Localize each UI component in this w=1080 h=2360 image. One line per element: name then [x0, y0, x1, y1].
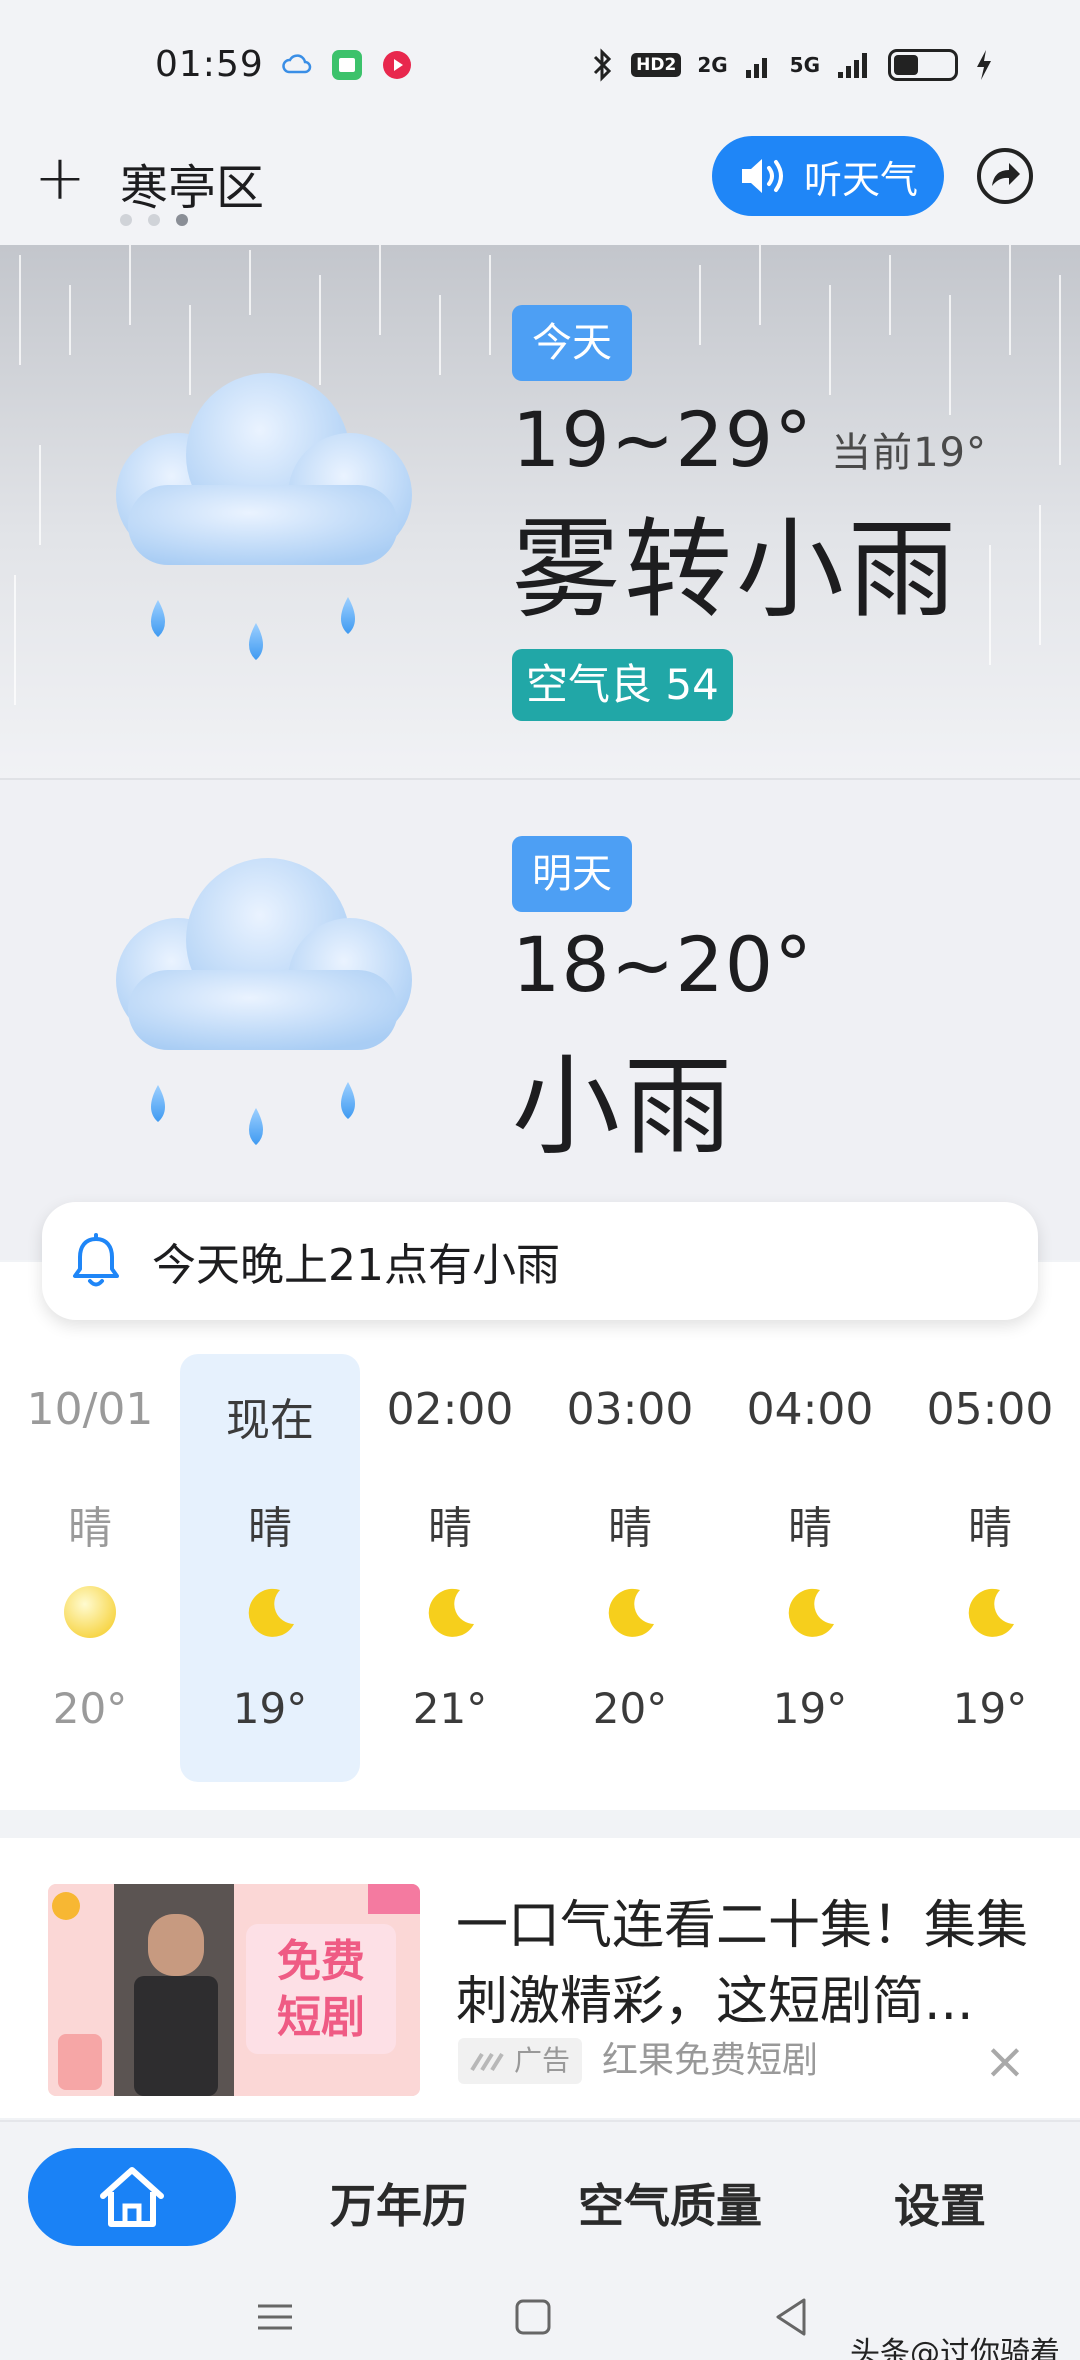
app-header: + 寒亭区 听天气	[0, 130, 1080, 245]
hour-item[interactable]: 05:00 晴 19°	[900, 1354, 1080, 1782]
today-forecast-card[interactable]: 今天 19~29° 当前19° 雾转小雨 空气良 54	[0, 245, 1080, 780]
listen-weather-label: 听天气	[803, 157, 918, 202]
add-city-button[interactable]: +	[30, 147, 90, 210]
hour-condition: 晴	[788, 1503, 832, 1554]
tomorrow-forecast-card[interactable]: 明天 18~20° 小雨	[0, 780, 1080, 1260]
signal-icon	[745, 58, 767, 78]
air-quality-badge[interactable]: 空气良 54	[512, 649, 733, 721]
ad-close-button[interactable]: ×	[980, 2036, 1030, 2086]
today-temp-range: 19~29° 当前19°	[512, 395, 987, 484]
hour-condition: 晴	[968, 1503, 1012, 1554]
hour-condition: 晴	[248, 1503, 292, 1554]
hour-temperature: 19°	[952, 1684, 1028, 1733]
ad-logo-icon	[470, 2052, 504, 2072]
share-icon[interactable]	[975, 146, 1035, 206]
hd-voice-badge: HD2	[631, 53, 682, 77]
hour-time: 02:00	[386, 1384, 514, 1435]
ad-card[interactable]: 免费 短剧 一口气连看二十集！集集刺激精彩，这短剧简... 广告 红果免费短剧 …	[0, 1838, 1080, 2118]
hour-time: 03:00	[566, 1384, 694, 1435]
moon-icon	[968, 1588, 1014, 1637]
hour-temperature: 19°	[772, 1684, 848, 1733]
weather-alert-banner[interactable]: 今天晚上21点有小雨	[42, 1202, 1038, 1320]
tab-calendar[interactable]: 万年历	[330, 2170, 468, 2236]
ad-image[interactable]: 免费 短剧	[48, 1884, 420, 2096]
rain-cloud-icon	[116, 858, 412, 1145]
rain-cloud-icon	[116, 373, 412, 660]
hour-item[interactable]: 04:00 晴 19°	[720, 1354, 900, 1782]
hour-temperature: 21°	[412, 1684, 488, 1733]
tomorrow-badge: 明天	[512, 836, 632, 912]
video-app-icon	[383, 51, 411, 79]
bluetooth-icon	[594, 48, 612, 82]
menu-icon[interactable]	[250, 2292, 300, 2342]
hour-temperature: 20°	[592, 1684, 668, 1733]
hour-temperature: 20°	[52, 1684, 128, 1733]
charging-icon	[977, 50, 991, 80]
hour-condition: 晴	[608, 1503, 652, 1554]
hour-condition: 晴	[68, 1503, 112, 1554]
back-icon[interactable]	[766, 2292, 816, 2342]
moon-icon	[248, 1588, 294, 1637]
ad-tag: 广告	[458, 2038, 583, 2084]
moon-icon	[428, 1588, 474, 1637]
ad-thumbnail: 免费 短剧	[48, 1884, 420, 2096]
home-button-icon[interactable]	[508, 2292, 558, 2342]
page-dot	[120, 214, 132, 226]
hour-time: 10/01	[26, 1384, 154, 1435]
status-bar: 01:59 HD2 2G 5G	[0, 0, 1080, 130]
tab-air-quality[interactable]: 空气质量	[578, 2170, 762, 2236]
today-temp-range-value: 19~29°	[512, 395, 814, 484]
page-dot-active	[176, 214, 188, 226]
ad-image-text-2: 短剧	[277, 1992, 365, 2043]
hourly-forecast[interactable]: 10/01 晴 20° 现在 晴 19° 02:00 晴 21° 03:00 晴…	[0, 1262, 1080, 1810]
tab-settings[interactable]: 设置	[894, 2170, 986, 2236]
city-name[interactable]: 寒亭区	[120, 148, 264, 218]
signal-5g-icon	[838, 53, 867, 78]
sun-icon	[64, 1586, 116, 1638]
hour-time: 现在	[226, 1395, 314, 1446]
status-time: 01:59	[155, 44, 264, 85]
cloud-app-icon	[282, 54, 312, 74]
moon-icon	[788, 1588, 834, 1637]
tomorrow-condition: 小雨	[512, 1045, 737, 1170]
hour-temperature: 19°	[232, 1684, 308, 1733]
moon-icon	[608, 1588, 654, 1637]
city-page-indicator	[120, 214, 188, 226]
hour-item[interactable]: 10/01 晴 20°	[0, 1354, 180, 1782]
ad-source: 红果免费短剧	[602, 2040, 819, 2081]
network-2g-label: 2G	[697, 53, 728, 77]
hour-item[interactable]: 03:00 晴 20°	[540, 1354, 720, 1782]
hour-item-current[interactable]: 现在 晴 19°	[180, 1354, 360, 1782]
current-temperature: 当前19°	[831, 430, 987, 476]
battery-icon	[888, 49, 958, 81]
today-badge: 今天	[512, 305, 632, 381]
hour-time: 05:00	[926, 1384, 1054, 1435]
notification-icons	[280, 48, 414, 82]
tab-home[interactable]	[28, 2148, 236, 2246]
ad-title[interactable]: 一口气连看二十集！集集刺激精彩，这短剧简...	[456, 1888, 1046, 2040]
system-navigation-bar: 头条@过你骑着	[0, 2270, 1080, 2360]
ad-tag-label: 广告	[514, 2044, 571, 2077]
system-indicators: HD2 2G 5G	[589, 48, 994, 82]
hour-item[interactable]: 02:00 晴 21°	[360, 1354, 540, 1782]
home-icon	[100, 2167, 164, 2227]
page-dot	[148, 214, 160, 226]
green-app-icon	[332, 50, 362, 80]
bell-icon	[73, 1233, 119, 1287]
tomorrow-temp-range: 18~20°	[512, 920, 814, 1009]
listen-weather-button[interactable]: 听天气	[712, 136, 944, 216]
speaker-icon	[741, 159, 783, 193]
ad-image-text-1: 免费	[277, 1936, 365, 1987]
hour-condition: 晴	[428, 1503, 472, 1554]
hour-time: 04:00	[746, 1384, 874, 1435]
watermark: 头条@过你骑着	[850, 2336, 1060, 2360]
bottom-tab-bar: 万年历 空气质量 设置	[0, 2120, 1080, 2270]
alert-text: 今天晚上21点有小雨	[152, 1240, 560, 1291]
network-5g-label: 5G	[789, 53, 820, 77]
today-condition: 雾转小雨	[512, 508, 961, 633]
